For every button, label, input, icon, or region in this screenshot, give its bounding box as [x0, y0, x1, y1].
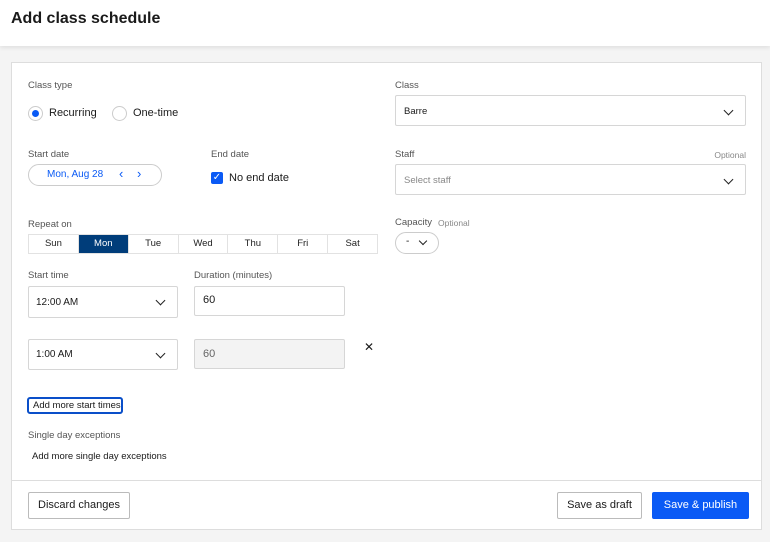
capacity-select[interactable] — [395, 232, 439, 254]
start-time-value-2: 1:00 AM — [36, 349, 73, 360]
no-end-date-checkbox[interactable]: ✓ — [211, 172, 223, 184]
day-mon[interactable]: Mon — [78, 235, 129, 253]
day-tue[interactable]: Tue — [129, 235, 179, 253]
day-thu[interactable]: Thu — [228, 235, 279, 253]
start-date-value: Mon, Aug 28 — [47, 169, 104, 180]
capacity-label: Capacity — [395, 217, 432, 228]
day-sat[interactable]: Sat — [328, 235, 377, 253]
repeat-day-selector: Sun Mon Tue Wed Thu Fri Sat — [28, 234, 378, 254]
next-date-icon[interactable]: › — [137, 166, 141, 181]
radio-one-time[interactable] — [112, 106, 127, 121]
capacity-optional: Optional — [438, 218, 470, 228]
staff-optional: Optional — [714, 150, 746, 160]
start-time-label: Start time — [28, 270, 69, 281]
discard-changes-button[interactable]: Discard changes — [28, 492, 130, 519]
duration-value-2: 60 — [203, 348, 216, 360]
save-publish-button[interactable]: Save & publish — [652, 492, 749, 519]
add-exceptions-link[interactable]: Add more single day exceptions — [32, 451, 167, 462]
day-wed[interactable]: Wed — [179, 235, 229, 253]
day-sun[interactable]: Sun — [29, 235, 79, 253]
class-value: Barre — [404, 106, 428, 117]
prev-date-icon[interactable]: ‹ — [119, 166, 123, 181]
duration-input-2 — [194, 339, 345, 369]
repeat-on-label: Repeat on — [28, 219, 72, 230]
footer-divider — [12, 480, 761, 481]
page-title: Add class schedule — [11, 10, 161, 27]
start-time-value-1: 12:00 AM — [36, 297, 79, 308]
staff-label: Staff — [395, 149, 415, 160]
staff-placeholder: Select staff — [404, 175, 451, 186]
duration-value-1: 60 — [203, 294, 216, 306]
capacity-value: - — [406, 236, 410, 247]
start-date-label: Start date — [28, 149, 70, 160]
recurring-label: Recurring — [49, 107, 97, 119]
class-select[interactable] — [395, 95, 746, 126]
one-time-label: One-time — [133, 107, 179, 119]
save-draft-button[interactable]: Save as draft — [557, 492, 642, 519]
duration-input-1[interactable] — [194, 286, 345, 316]
day-fri[interactable]: Fri — [278, 235, 329, 253]
class-type-label: Class type — [28, 80, 73, 91]
remove-time-icon[interactable]: ✕ — [364, 340, 374, 354]
radio-recurring[interactable] — [28, 106, 43, 121]
add-start-times-button[interactable]: Add more start times — [27, 397, 123, 414]
exceptions-label: Single day exceptions — [28, 430, 121, 441]
end-date-label: End date — [211, 149, 250, 160]
class-label: Class — [395, 80, 419, 91]
duration-label: Duration (minutes) — [194, 270, 273, 281]
no-end-date-label: No end date — [229, 172, 289, 184]
